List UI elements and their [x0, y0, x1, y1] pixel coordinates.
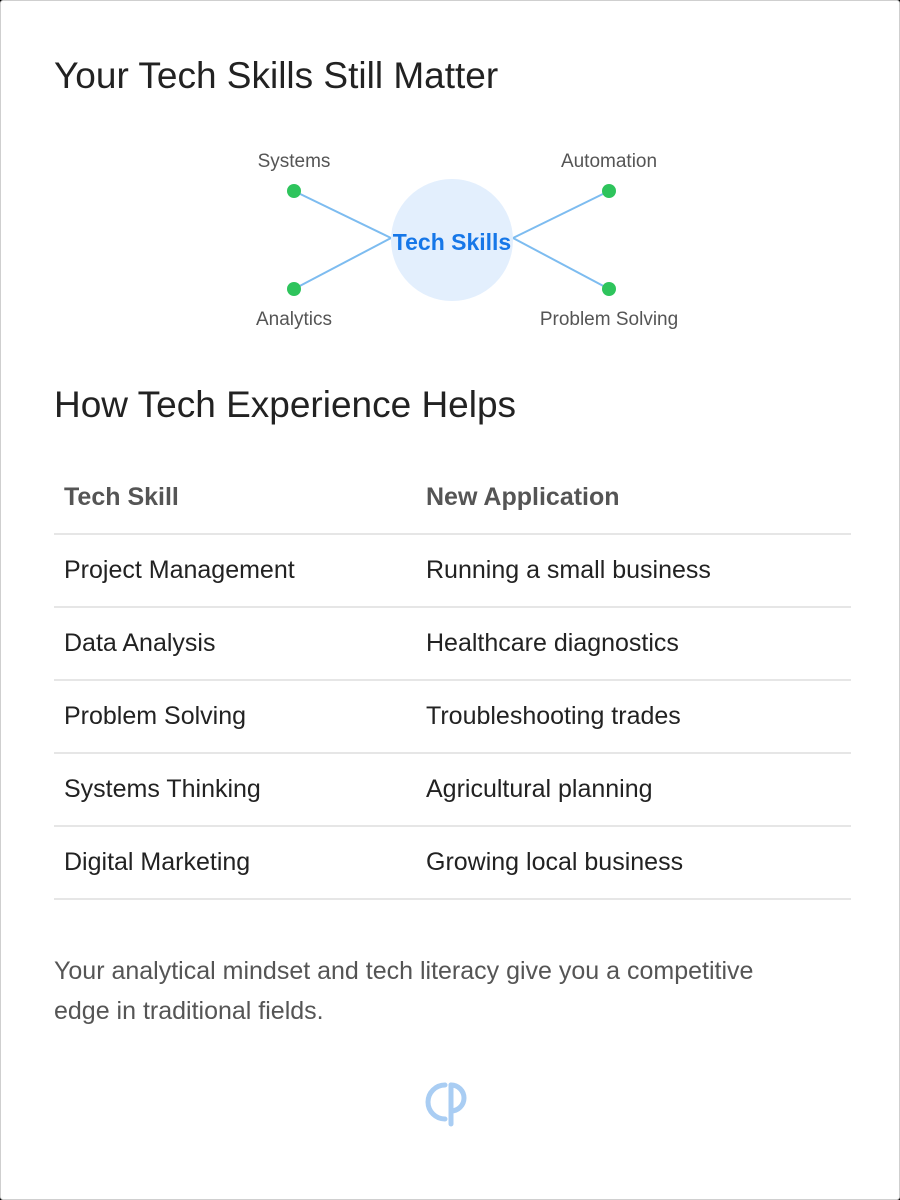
- center-node-label: Tech Skills: [393, 229, 511, 255]
- application-cell: Running a small business: [416, 534, 851, 608]
- table-row: Problem Solving Troubleshooting trades: [54, 680, 851, 754]
- link-systems: [293, 190, 392, 239]
- link-analytics: [293, 237, 392, 290]
- tech-skill-cell: Digital Marketing: [54, 826, 416, 900]
- table-body: Project Management Running a small busin…: [54, 534, 851, 900]
- node-automation: Automation: [561, 151, 657, 198]
- node-systems: Systems: [258, 151, 331, 198]
- node-dot: [287, 282, 301, 296]
- logo-c-arc: [425, 1082, 448, 1122]
- table-header: Tech Skill New Application: [54, 462, 851, 535]
- skills-diagram: Tech Skills Systems Automation Analytics…: [256, 151, 678, 330]
- skills-table: Tech Skill New Application Project Manag…: [54, 462, 851, 900]
- table-row: Digital Marketing Growing local business: [54, 826, 851, 900]
- node-label: Analytics: [256, 309, 332, 330]
- application-cell: Growing local business: [416, 826, 851, 900]
- application-cell: Troubleshooting trades: [416, 680, 851, 754]
- column-header-new-application: New Application: [416, 462, 851, 535]
- link-automation: [512, 190, 610, 239]
- table-header-row: Tech Skill New Application: [54, 462, 851, 535]
- tech-skill-cell: Project Management: [54, 534, 416, 608]
- application-cell: Healthcare diagnostics: [416, 607, 851, 681]
- application-cell: Agricultural planning: [416, 753, 851, 827]
- node-problem-solving: Problem Solving: [540, 282, 678, 330]
- table-row: Systems Thinking Agricultural planning: [54, 753, 851, 827]
- node-label: Problem Solving: [540, 309, 678, 330]
- cp-logo-icon: [425, 1082, 467, 1127]
- tech-skill-cell: Problem Solving: [54, 680, 416, 754]
- page-title: Your Tech Skills Still Matter: [54, 55, 499, 96]
- node-dot: [602, 282, 616, 296]
- node-dot: [602, 184, 616, 198]
- summary-text: Your analytical mindset and tech literac…: [54, 957, 754, 1025]
- node-analytics: Analytics: [256, 282, 332, 330]
- tech-skill-cell: Data Analysis: [54, 607, 416, 681]
- table-row: Data Analysis Healthcare diagnostics: [54, 607, 851, 681]
- link-problem-solving: [512, 237, 610, 290]
- node-dot: [287, 184, 301, 198]
- node-label: Systems: [258, 151, 331, 172]
- content-card: Your Tech Skills Still Matter Tech Skill…: [0, 0, 900, 1200]
- column-header-tech-skill: Tech Skill: [54, 462, 416, 535]
- tech-skill-cell: Systems Thinking: [54, 753, 416, 827]
- node-label: Automation: [561, 151, 657, 172]
- section-title: How Tech Experience Helps: [54, 384, 517, 425]
- table-row: Project Management Running a small busin…: [54, 534, 851, 608]
